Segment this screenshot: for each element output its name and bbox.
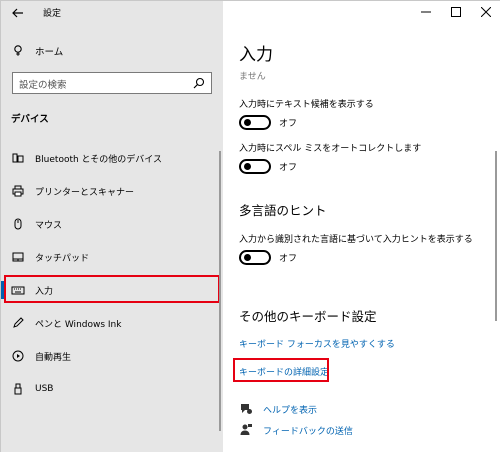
close-button[interactable] [471,1,500,23]
minimize-icon [421,11,431,13]
sidebar-item-mouse[interactable]: マウス [1,209,223,239]
maximize-button[interactable] [441,1,471,23]
settings-window: 設定 ホーム デバイス Bluetooth とその他のデバイス プリンターとスキ… [0,0,500,452]
get-help-link[interactable]: ヘルプを表示 [239,401,317,417]
autocorrect-toggle[interactable] [239,158,271,174]
page-subtitle: ません [239,72,266,82]
toggle-state-label: オフ [279,162,298,173]
search-box[interactable] [12,72,212,96]
feedback-icon [239,423,253,437]
touchpad-icon [11,250,25,264]
back-button[interactable] [7,3,29,23]
help-chat-icon [239,402,253,416]
pen-icon [11,316,25,330]
maximize-icon [451,7,461,17]
section-heading-devices: デバイス [11,114,49,125]
selection-indicator [1,281,4,299]
multilingual-label: 入力から識別された言語に基づいて入力ヒントを表示する [239,235,473,245]
multilingual-heading: 多言語のヒント [239,203,327,218]
minimize-button[interactable] [411,1,441,23]
main-scrollbar[interactable] [495,151,497,321]
send-feedback-label: フィードバックの送信 [263,426,353,437]
text-suggestions-toggle[interactable] [239,114,271,130]
text-suggestions-label: 入力時にテキスト候補を表示する [239,100,374,110]
printer-icon [11,184,25,198]
window-controls [411,1,500,25]
sidebar-scrollbar[interactable] [219,151,221,431]
toggle-knob [244,162,251,170]
toggle-knob [244,253,251,261]
sidebar-item-label: ペンと Windows Ink [35,319,122,330]
back-arrow-icon [12,8,23,18]
sidebar-item-autoplay[interactable]: 自動再生 [1,341,223,371]
multilingual-toggle[interactable] [239,249,271,265]
mouse-icon [11,217,25,231]
toggle-state-label: オフ [279,118,298,129]
toggle-state-label: オフ [279,253,298,264]
close-icon [481,7,491,17]
home-nav-item[interactable]: ホーム [1,39,223,63]
sidebar-item-label: 自動再生 [35,352,72,363]
sidebar-item-label: Bluetooth とその他のデバイス [35,154,163,165]
toggle-knob [244,118,251,126]
page-title: 入力 [239,45,273,65]
search-icon[interactable] [193,77,205,89]
sidebar-item-pen[interactable]: ペンと Windows Ink [1,308,223,338]
sidebar-item-bluetooth[interactable]: Bluetooth とその他のデバイス [1,143,223,173]
multilingual-toggle-row: オフ [239,249,297,265]
sidebar-item-touchpad[interactable]: タッチパッド [1,242,223,272]
sidebar-item-usb[interactable]: USB [1,374,223,404]
home-icon [11,44,25,58]
sidebar-item-printers[interactable]: プリンターとスキャナー [1,176,223,206]
autoplay-icon [11,349,25,363]
keyboard-icon [11,283,25,297]
sidebar-item-label: USB [35,384,54,394]
search-input[interactable] [13,75,183,96]
sidebar-item-typing[interactable]: 入力 [1,275,223,305]
sidebar-item-label: プリンターとスキャナー [35,187,135,198]
home-label: ホーム [35,47,64,58]
autocorrect-label: 入力時にスペル ミスをオートコレクトします [239,144,422,154]
sidebar-item-label: タッチパッド [35,253,90,264]
get-help-label: ヘルプを表示 [263,405,318,416]
main-content: 入力 ません 入力時にテキスト候補を表示する オフ 入力時にスペル ミスをオート… [223,1,500,452]
sidebar: 設定 ホーム デバイス Bluetooth とその他のデバイス プリンターとスキ… [1,1,223,452]
bluetooth-devices-icon [11,151,25,165]
send-feedback-link[interactable]: フィードバックの送信 [239,422,353,438]
sidebar-item-label: 入力 [35,286,54,297]
app-title: 設定 [43,9,62,19]
autocorrect-toggle-row: オフ [239,158,297,174]
advanced-keyboard-settings-link[interactable]: キーボードの詳細設定 [239,365,329,378]
keyboard-focus-link[interactable]: キーボード フォーカスを見やすくする [239,337,395,350]
text-suggestions-toggle-row: オフ [239,114,297,130]
usb-icon [11,382,25,396]
sidebar-item-label: マウス [35,220,63,231]
keyboard-settings-heading: その他のキーボード設定 [239,309,377,324]
